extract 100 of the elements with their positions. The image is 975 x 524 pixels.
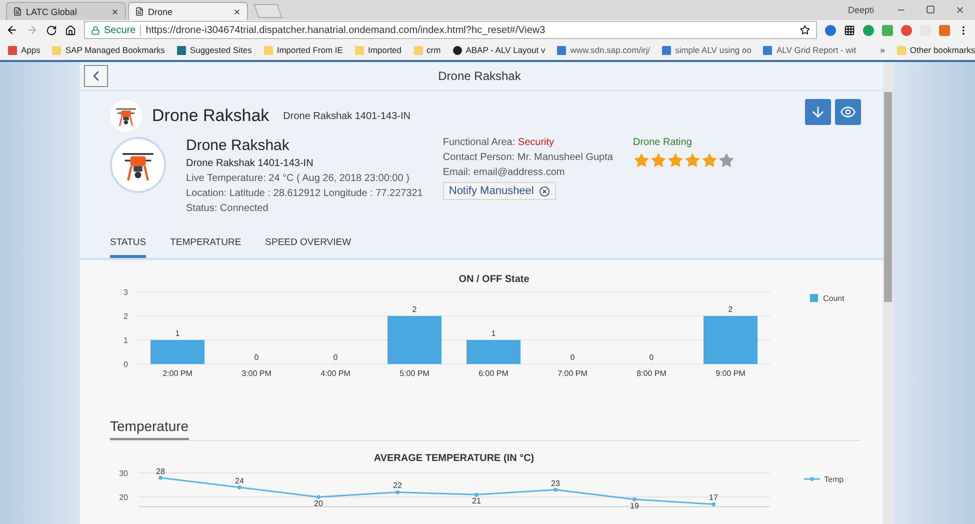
contact-person: Contact Person: Mr. Manusheel Gupta	[442, 152, 613, 163]
browser-tab[interactable]: Drone	[128, 2, 248, 20]
back-button[interactable]	[84, 65, 108, 87]
data-label: 17	[709, 493, 718, 502]
eye-icon	[840, 104, 856, 120]
reload-icon[interactable]	[46, 24, 57, 36]
notify-chip[interactable]: Notify Manusheel	[442, 182, 556, 200]
legend-label: Temp	[824, 475, 844, 484]
bookmark[interactable]: Imported	[354, 45, 402, 55]
data-point	[158, 476, 162, 480]
data-label: 22	[393, 481, 402, 490]
email-text: Email: email@address.com	[442, 167, 566, 178]
browser-tab[interactable]: LATC Global	[6, 2, 126, 20]
header-subtitle: Drone Rakshak 1401-143-IN	[283, 110, 410, 122]
qr-code-icon[interactable]	[844, 24, 855, 36]
data-point	[474, 492, 478, 497]
data-label: 24	[235, 476, 244, 486]
extension-icon[interactable]	[939, 24, 950, 36]
bookmark[interactable]: crm	[414, 45, 441, 55]
data-label: 28	[156, 466, 165, 476]
chart-title: ON / OFF State	[458, 274, 530, 285]
data-point	[554, 488, 558, 492]
data-point	[396, 490, 400, 494]
star-icon	[684, 152, 701, 169]
bar	[466, 340, 520, 364]
star-icon	[632, 152, 650, 169]
tab[interactable]: SPEED OVERVIEW	[265, 234, 352, 258]
legend-label: Count	[823, 294, 844, 303]
page-icon	[13, 7, 22, 16]
data-label: 1	[491, 329, 496, 338]
tab[interactable]: STATUS	[110, 234, 146, 258]
bookmark[interactable]: ALV Grid Report - wit	[763, 45, 856, 55]
chart-title: AVERAGE TEMPERATURE (IN °C)	[374, 453, 534, 464]
axis-tick-label: 1	[124, 336, 128, 345]
bookmark[interactable]: www.sdn.sap.com/irj/	[557, 45, 650, 55]
axis-tick-label: 30	[119, 469, 128, 478]
close-icon[interactable]	[955, 5, 965, 15]
close-icon[interactable]	[233, 8, 241, 16]
extension-icon[interactable]	[882, 24, 893, 36]
axis-tick-label: 20	[119, 493, 128, 502]
download-button[interactable]	[805, 99, 831, 125]
drone-id: Drone Rakshak 1401-143-IN	[186, 158, 314, 169]
data-point	[712, 502, 716, 506]
detail-text: Status: Connected	[186, 203, 270, 214]
overflow-chevron[interactable]: »	[880, 45, 885, 55]
lock-icon	[91, 26, 100, 34]
star-icon	[700, 152, 718, 169]
tab[interactable]: TEMPERATURE	[170, 234, 242, 258]
bar	[388, 316, 442, 364]
detail-text: Location: Latitude : 28.612912 Longitude : 77.227321	[186, 188, 423, 199]
drone-name: Drone Rakshak	[186, 137, 290, 154]
bar	[150, 340, 204, 364]
view-button[interactable]	[835, 99, 861, 125]
data-label: 21	[472, 496, 481, 506]
address-bar[interactable]: Secure https://drone-i304674trial.dispatcher.hanatrial.ondemand.com/index.html?hc_reset#/View3	[84, 21, 817, 39]
header-title: Drone Rakshak	[152, 106, 270, 126]
data-label: 0	[570, 353, 575, 362]
axis-tick-label: 2	[124, 312, 128, 321]
axis-tick-label: 2:00 PM	[162, 369, 192, 378]
axis-tick-label: 4:00 PM	[320, 369, 350, 378]
section-title: Temperature	[110, 418, 189, 440]
data-label: 20	[314, 499, 323, 508]
axis-tick-label: 7:00 PM	[558, 369, 588, 378]
data-point	[632, 497, 636, 502]
functional-area: Functional Area: Security	[442, 137, 613, 148]
bookmark[interactable]: simple ALV using oo	[662, 45, 752, 55]
profile-name[interactable]: Deepti	[848, 5, 874, 15]
legend-marker	[804, 477, 820, 481]
axis-tick-label: 9:00 PM	[716, 369, 746, 378]
bookmark[interactable]: ABAP - ALV Layout v	[452, 45, 546, 55]
data-label: 2	[728, 305, 733, 314]
bookmark-star-icon[interactable]	[800, 25, 810, 35]
close-icon[interactable]	[111, 8, 119, 16]
maximize-icon[interactable]	[926, 5, 935, 14]
page-icon	[135, 7, 144, 16]
page-title: Drone Rakshak	[437, 69, 522, 83]
bookmark[interactable]: Imported From IE	[264, 45, 343, 55]
extension-icon[interactable]	[825, 24, 836, 36]
data-label: 1	[175, 329, 180, 338]
data-label: 0	[254, 353, 259, 362]
close-icon	[538, 186, 550, 196]
axis-tick-label: 5:00 PM	[400, 369, 430, 378]
extension-icon[interactable]	[901, 24, 912, 36]
data-point	[238, 485, 242, 490]
back-icon[interactable]	[6, 24, 18, 36]
bookmark[interactable]: Apps	[8, 45, 40, 55]
bookmark[interactable]: Suggested Sites	[176, 45, 252, 55]
data-label: 2	[412, 305, 417, 314]
star-icon	[650, 152, 667, 169]
axis-tick-label: 3:00 PM	[242, 369, 272, 378]
bookmark[interactable]: Other bookmarks	[896, 45, 975, 55]
bar	[704, 316, 758, 364]
rating-label: Drone Rating	[632, 137, 693, 148]
home-icon[interactable]	[65, 24, 76, 36]
axis-tick-label: 8:00 PM	[636, 369, 666, 378]
data-label: 0	[649, 353, 654, 362]
extension-icon[interactable]	[863, 24, 874, 36]
axis-tick-label: 6:00 PM	[478, 369, 508, 378]
scrollbar-thumb[interactable]	[884, 92, 892, 302]
bookmark[interactable]: SAP Managed Bookmarks	[52, 45, 165, 55]
